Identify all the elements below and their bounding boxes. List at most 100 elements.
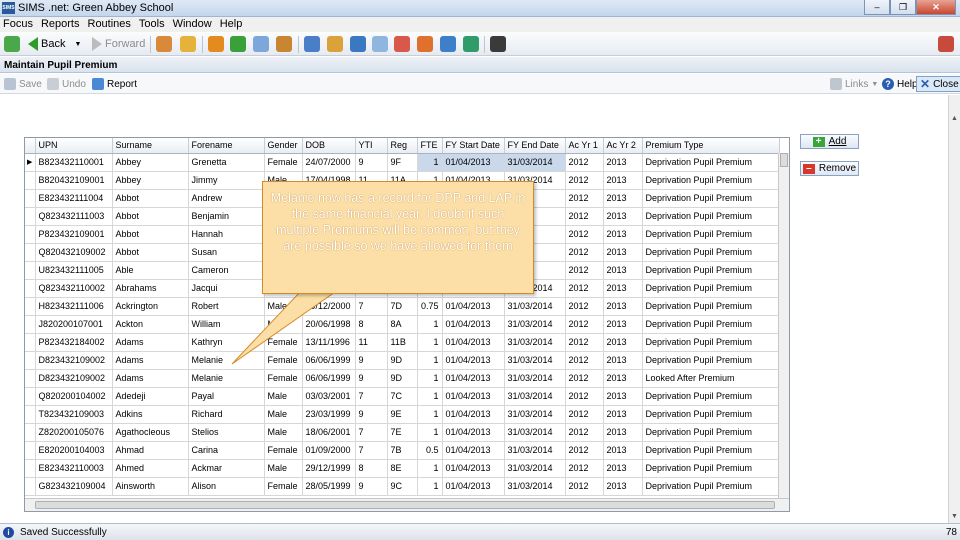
header-fy-end[interactable]: FY End Date xyxy=(504,138,566,154)
table-cell[interactable]: 11B xyxy=(387,333,418,352)
pupil-group-icon[interactable] xyxy=(156,36,172,52)
table-cell[interactable]: Female xyxy=(264,441,303,460)
table-cell[interactable]: 20/06/1998 xyxy=(302,315,356,334)
table-cell[interactable]: Female xyxy=(264,351,303,370)
exchange-icon[interactable] xyxy=(463,36,479,52)
menu-help[interactable]: Help xyxy=(217,17,248,32)
table-cell[interactable]: 7 xyxy=(355,423,388,442)
table-cell[interactable]: 2013 xyxy=(603,225,643,244)
table-cell[interactable]: 0.75 xyxy=(417,297,443,316)
table-cell[interactable]: 2012 xyxy=(565,243,604,262)
table-cell[interactable]: 2013 xyxy=(603,405,643,424)
grid-scroll-thumb[interactable] xyxy=(780,153,788,167)
table-cell[interactable]: Agathocleous xyxy=(112,423,189,442)
photo-icon[interactable] xyxy=(490,36,506,52)
header-reg[interactable]: Reg xyxy=(387,138,418,154)
table-cell[interactable]: Andrew xyxy=(188,189,265,208)
report-icon[interactable] xyxy=(350,36,366,52)
table-cell[interactable]: 2012 xyxy=(565,369,604,388)
table-cell[interactable]: Q820432109002 xyxy=(35,243,113,262)
table-cell[interactable]: 1 xyxy=(417,369,443,388)
menu-routines[interactable]: Routines xyxy=(85,17,136,32)
table-cell[interactable]: Male xyxy=(264,315,303,334)
table-row[interactable]: G823432109004 Ainsworth Alison Female 28/05/… xyxy=(25,477,780,496)
table-cell[interactable]: Susan xyxy=(188,243,265,262)
table-cell[interactable]: 2012 xyxy=(565,333,604,352)
table-row[interactable]: P823432184002 Adams Kathryn Female 13/11/199… xyxy=(25,333,780,352)
header-yti[interactable]: YTI xyxy=(355,138,388,154)
table-cell[interactable]: Benjamin xyxy=(188,207,265,226)
table-cell[interactable]: Stelios xyxy=(188,423,265,442)
table-cell[interactable]: Jimmy xyxy=(188,171,265,190)
table-cell[interactable]: 2013 xyxy=(603,441,643,460)
current-row-indicator-icon[interactable]: ▶ xyxy=(25,153,36,172)
table-cell[interactable]: 2012 xyxy=(565,189,604,208)
table-cell[interactable]: 2013 xyxy=(603,153,643,172)
table-row[interactable]: T823432109003 Adkins Richard Male 23/03/1999… xyxy=(25,405,780,424)
table-cell[interactable]: Adams xyxy=(112,369,189,388)
table-cell[interactable]: Male xyxy=(264,423,303,442)
table-cell[interactable]: 8E xyxy=(387,459,418,478)
table-cell[interactable]: 8 xyxy=(355,459,388,478)
table-cell[interactable]: 01/04/2013 xyxy=(442,315,505,334)
row-selector[interactable] xyxy=(25,405,36,424)
row-selector[interactable] xyxy=(25,315,36,334)
table-cell[interactable]: 31/03/2014 xyxy=(504,441,566,460)
table-row[interactable]: ▶ B823432110001 Abbey Grenetta Female 24/07/2… xyxy=(25,153,780,172)
table-cell[interactable]: 01/04/2013 xyxy=(442,351,505,370)
user-icon[interactable] xyxy=(440,36,456,52)
row-selector[interactable] xyxy=(25,225,36,244)
table-cell[interactable]: Male xyxy=(264,405,303,424)
row-selector[interactable] xyxy=(25,279,36,298)
header-dob[interactable]: DOB xyxy=(302,138,356,154)
table-cell[interactable]: William xyxy=(188,315,265,334)
table-cell[interactable]: Abbey xyxy=(112,171,189,190)
table-cell[interactable]: 7C xyxy=(387,387,418,406)
table-cell[interactable]: 2013 xyxy=(603,171,643,190)
table-row[interactable]: H823432111006 Ackrington Robert Male 29/12/2… xyxy=(25,297,780,316)
table-cell[interactable]: Richard xyxy=(188,405,265,424)
row-selector[interactable] xyxy=(25,243,36,262)
panel-scrollbar[interactable]: ▲ ▼ xyxy=(948,95,960,523)
table-cell[interactable]: 2013 xyxy=(603,243,643,262)
table-cell[interactable]: Ackmar xyxy=(188,459,265,478)
table-cell[interactable]: Deprivation Pupil Premium xyxy=(642,153,780,172)
table-cell[interactable]: Adams xyxy=(112,351,189,370)
table-cell[interactable]: Deprivation Pupil Premium xyxy=(642,387,780,406)
table-cell[interactable]: 01/04/2013 xyxy=(442,387,505,406)
pupil-icon[interactable] xyxy=(180,36,196,52)
table-cell[interactable]: 31/03/2014 xyxy=(504,333,566,352)
table-cell[interactable]: 2012 xyxy=(565,315,604,334)
table-cell[interactable]: 31/03/2014 xyxy=(504,477,566,496)
table-cell[interactable]: 7 xyxy=(355,297,388,316)
table-cell[interactable]: 01/04/2013 xyxy=(442,423,505,442)
clock-icon[interactable] xyxy=(417,36,433,52)
table-cell[interactable]: 31/03/2014 xyxy=(504,351,566,370)
table-cell[interactable]: 2012 xyxy=(565,351,604,370)
table-cell[interactable]: Deprivation Pupil Premium xyxy=(642,225,780,244)
chart-icon[interactable] xyxy=(304,36,320,52)
back-button[interactable]: Back ▼ xyxy=(28,37,81,51)
table-cell[interactable]: D823432109002 xyxy=(35,369,113,388)
table-cell[interactable]: 13/11/1996 xyxy=(302,333,356,352)
table-cell[interactable]: Kathryn xyxy=(188,333,265,352)
table-cell[interactable]: J820200107001 xyxy=(35,315,113,334)
row-selector[interactable] xyxy=(25,387,36,406)
table-cell[interactable]: Alison xyxy=(188,477,265,496)
table-cell[interactable]: 31/03/2014 xyxy=(504,423,566,442)
table-cell[interactable]: 01/04/2013 xyxy=(442,333,505,352)
table-cell[interactable]: 18/06/2001 xyxy=(302,423,356,442)
table-cell[interactable]: Abbot xyxy=(112,189,189,208)
table-cell[interactable]: 2012 xyxy=(565,261,604,280)
table-cell[interactable]: T823432109003 xyxy=(35,405,113,424)
table-cell[interactable]: Robert xyxy=(188,297,265,316)
table-cell[interactable]: 1 xyxy=(417,315,443,334)
table-cell[interactable]: 03/03/2001 xyxy=(302,387,356,406)
header-gender[interactable]: Gender xyxy=(264,138,303,154)
table-row[interactable]: J820200107001 Ackton William Male 20/06/1998… xyxy=(25,315,780,334)
table-cell[interactable]: 9E xyxy=(387,405,418,424)
refresh-icon[interactable] xyxy=(4,36,20,52)
table-cell[interactable]: E823432110003 xyxy=(35,459,113,478)
restore-button[interactable]: ❐ xyxy=(890,0,916,15)
table-cell[interactable]: 2013 xyxy=(603,459,643,478)
